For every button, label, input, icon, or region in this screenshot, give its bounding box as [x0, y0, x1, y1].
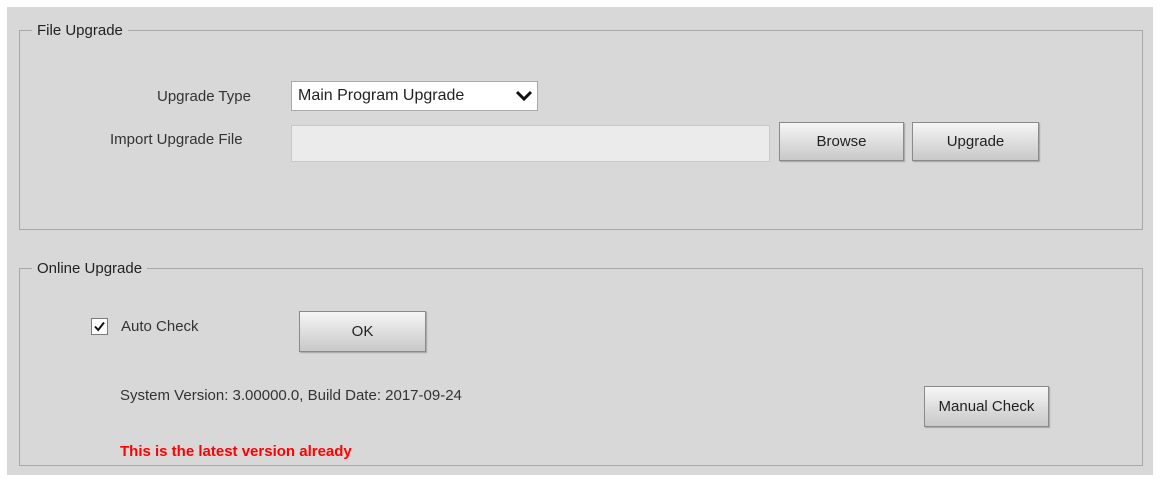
browse-button[interactable]: Browse — [779, 122, 904, 161]
online-upgrade-legend: Online Upgrade — [37, 260, 143, 277]
checkmark-icon — [94, 321, 105, 332]
online-upgrade-group: Online Upgrade — [19, 260, 1143, 466]
import-upgrade-file-label: Import Upgrade File — [110, 131, 243, 148]
status-message: This is the latest version already — [120, 443, 352, 460]
file-upgrade-legend: File Upgrade — [37, 22, 123, 39]
manual-check-button[interactable]: Manual Check — [924, 386, 1049, 427]
upgrade-button[interactable]: Upgrade — [912, 122, 1039, 161]
upgrade-type-label: Upgrade Type — [157, 88, 251, 105]
system-version-text: System Version: 3.00000.0, Build Date: 2… — [120, 387, 462, 404]
import-file-path-field[interactable] — [291, 125, 770, 162]
upgrade-type-value: Main Program Upgrade — [298, 87, 465, 104]
ok-button[interactable]: OK — [299, 311, 426, 352]
upgrade-type-select[interactable]: Main Program Upgrade — [291, 81, 538, 111]
chevron-down-icon — [515, 90, 533, 102]
auto-check-label: Auto Check — [121, 318, 199, 335]
auto-check-checkbox[interactable] — [91, 318, 108, 335]
